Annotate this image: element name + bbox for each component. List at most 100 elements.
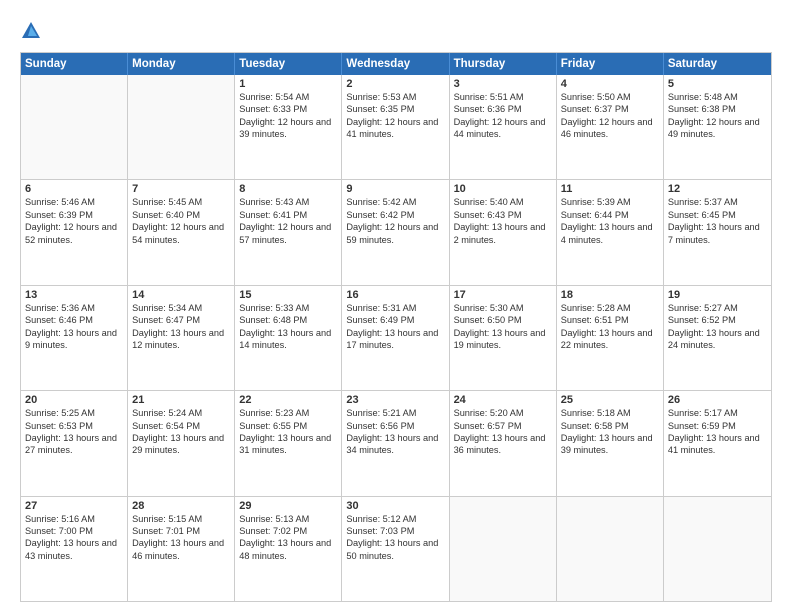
cal-cell-27: 27 Sunrise: 5:16 AM Sunset: 7:00 PM Dayli… bbox=[21, 497, 128, 601]
cell-details: Sunrise: 5:50 AM Sunset: 6:37 PM Dayligh… bbox=[561, 92, 653, 139]
cal-cell-2: 2Sunrise: 5:53 AM Sunset: 6:35 PM Daylig… bbox=[342, 75, 449, 179]
cal-cell-9: 9 Sunrise: 5:42 AM Sunset: 6:42 PM Daylig… bbox=[342, 180, 449, 284]
header-day-thursday: Thursday bbox=[450, 53, 557, 75]
cell-details: Sunrise: 5:31 AM Sunset: 6:49 PM Dayligh… bbox=[346, 303, 438, 350]
calendar-header: SundayMondayTuesdayWednesdayThursdayFrid… bbox=[21, 53, 771, 75]
cell-details: Sunrise: 5:24 AM Sunset: 6:54 PM Dayligh… bbox=[132, 408, 224, 455]
cell-details: Sunrise: 5:40 AM Sunset: 6:43 PM Dayligh… bbox=[454, 197, 546, 244]
cal-cell-30: 30 Sunrise: 5:12 AM Sunset: 7:03 PM Dayli… bbox=[342, 497, 449, 601]
cell-details: Sunrise: 5:42 AM Sunset: 6:42 PM Dayligh… bbox=[346, 197, 438, 244]
cell-details: Sunrise: 5:54 AM Sunset: 6:33 PM Dayligh… bbox=[239, 92, 331, 139]
day-number: 6 bbox=[25, 183, 123, 195]
cal-cell-12: 12Sunrise: 5:37 AM Sunset: 6:45 PM Dayli… bbox=[664, 180, 771, 284]
cell-details: Sunrise: 5:15 AM Sunset: 7:01 PM Dayligh… bbox=[132, 514, 224, 561]
cell-details: Sunrise: 5:21 AM Sunset: 6:56 PM Dayligh… bbox=[346, 408, 438, 455]
cal-cell-15: 15Sunrise: 5:33 AM Sunset: 6:48 PM Dayli… bbox=[235, 286, 342, 390]
cal-cell-10: 10 Sunrise: 5:40 AM Sunset: 6:43 PM Dayli… bbox=[450, 180, 557, 284]
logo bbox=[20, 18, 46, 42]
cell-details: Sunrise: 5:39 AM Sunset: 6:44 PM Dayligh… bbox=[561, 197, 653, 244]
day-number: 26 bbox=[668, 394, 767, 406]
calendar-body: 1 Sunrise: 5:54 AM Sunset: 6:33 PM Daylig… bbox=[21, 75, 771, 601]
cell-details: Sunrise: 5:12 AM Sunset: 7:03 PM Dayligh… bbox=[346, 514, 438, 561]
day-number: 18 bbox=[561, 289, 659, 301]
cal-cell-11: 11 Sunrise: 5:39 AM Sunset: 6:44 PM Dayli… bbox=[557, 180, 664, 284]
cal-cell-8: 8 Sunrise: 5:43 AM Sunset: 6:41 PM Daylig… bbox=[235, 180, 342, 284]
cal-cell-4: 4 Sunrise: 5:50 AM Sunset: 6:37 PM Daylig… bbox=[557, 75, 664, 179]
day-number: 4 bbox=[561, 78, 659, 90]
cal-cell-5: 5 Sunrise: 5:48 AM Sunset: 6:38 PM Daylig… bbox=[664, 75, 771, 179]
day-number: 14 bbox=[132, 289, 230, 301]
day-number: 5 bbox=[668, 78, 767, 90]
cal-cell-1: 1 Sunrise: 5:54 AM Sunset: 6:33 PM Daylig… bbox=[235, 75, 342, 179]
header bbox=[20, 18, 772, 42]
day-number: 28 bbox=[132, 500, 230, 512]
cell-details: Sunrise: 5:13 AM Sunset: 7:02 PM Dayligh… bbox=[239, 514, 331, 561]
day-number: 20 bbox=[25, 394, 123, 406]
cal-cell-18: 18 Sunrise: 5:28 AM Sunset: 6:51 PM Dayli… bbox=[557, 286, 664, 390]
header-day-tuesday: Tuesday bbox=[235, 53, 342, 75]
cal-cell-21: 21 Sunrise: 5:24 AM Sunset: 6:54 PM Dayli… bbox=[128, 391, 235, 495]
calendar-row-4: 27 Sunrise: 5:16 AM Sunset: 7:00 PM Dayli… bbox=[21, 496, 771, 601]
header-day-wednesday: Wednesday bbox=[342, 53, 449, 75]
day-number: 7 bbox=[132, 183, 230, 195]
cell-details: Sunrise: 5:23 AM Sunset: 6:55 PM Dayligh… bbox=[239, 408, 331, 455]
day-number: 15 bbox=[239, 289, 337, 301]
day-number: 24 bbox=[454, 394, 552, 406]
cal-cell-empty bbox=[664, 497, 771, 601]
page: SundayMondayTuesdayWednesdayThursdayFrid… bbox=[0, 0, 792, 612]
cal-cell-25: 25Sunrise: 5:18 AM Sunset: 6:58 PM Dayli… bbox=[557, 391, 664, 495]
cal-cell-24: 24 Sunrise: 5:20 AM Sunset: 6:57 PM Dayli… bbox=[450, 391, 557, 495]
cal-cell-22: 22 Sunrise: 5:23 AM Sunset: 6:55 PM Dayli… bbox=[235, 391, 342, 495]
cell-details: Sunrise: 5:37 AM Sunset: 6:45 PM Dayligh… bbox=[668, 197, 760, 244]
cell-details: Sunrise: 5:45 AM Sunset: 6:40 PM Dayligh… bbox=[132, 197, 224, 244]
day-number: 23 bbox=[346, 394, 444, 406]
cell-details: Sunrise: 5:43 AM Sunset: 6:41 PM Dayligh… bbox=[239, 197, 331, 244]
cell-details: Sunrise: 5:16 AM Sunset: 7:00 PM Dayligh… bbox=[25, 514, 117, 561]
header-day-saturday: Saturday bbox=[664, 53, 771, 75]
day-number: 27 bbox=[25, 500, 123, 512]
header-day-friday: Friday bbox=[557, 53, 664, 75]
cell-details: Sunrise: 5:25 AM Sunset: 6:53 PM Dayligh… bbox=[25, 408, 117, 455]
cal-cell-6: 6 Sunrise: 5:46 AM Sunset: 6:39 PM Daylig… bbox=[21, 180, 128, 284]
day-number: 16 bbox=[346, 289, 444, 301]
cal-cell-empty bbox=[128, 75, 235, 179]
cal-cell-empty bbox=[557, 497, 664, 601]
cal-cell-14: 14 Sunrise: 5:34 AM Sunset: 6:47 PM Dayli… bbox=[128, 286, 235, 390]
cell-details: Sunrise: 5:34 AM Sunset: 6:47 PM Dayligh… bbox=[132, 303, 224, 350]
cell-details: Sunrise: 5:30 AM Sunset: 6:50 PM Dayligh… bbox=[454, 303, 546, 350]
cal-cell-17: 17 Sunrise: 5:30 AM Sunset: 6:50 PM Dayli… bbox=[450, 286, 557, 390]
day-number: 29 bbox=[239, 500, 337, 512]
cell-details: Sunrise: 5:27 AM Sunset: 6:52 PM Dayligh… bbox=[668, 303, 760, 350]
day-number: 10 bbox=[454, 183, 552, 195]
day-number: 13 bbox=[25, 289, 123, 301]
cal-cell-19: 19Sunrise: 5:27 AM Sunset: 6:52 PM Dayli… bbox=[664, 286, 771, 390]
calendar: SundayMondayTuesdayWednesdayThursdayFrid… bbox=[20, 52, 772, 602]
day-number: 30 bbox=[346, 500, 444, 512]
logo-icon bbox=[20, 20, 42, 42]
cal-cell-13: 13Sunrise: 5:36 AM Sunset: 6:46 PM Dayli… bbox=[21, 286, 128, 390]
cell-details: Sunrise: 5:28 AM Sunset: 6:51 PM Dayligh… bbox=[561, 303, 653, 350]
calendar-row-0: 1 Sunrise: 5:54 AM Sunset: 6:33 PM Daylig… bbox=[21, 75, 771, 179]
cal-cell-7: 7 Sunrise: 5:45 AM Sunset: 6:40 PM Daylig… bbox=[128, 180, 235, 284]
day-number: 9 bbox=[346, 183, 444, 195]
cell-details: Sunrise: 5:48 AM Sunset: 6:38 PM Dayligh… bbox=[668, 92, 760, 139]
cal-cell-26: 26Sunrise: 5:17 AM Sunset: 6:59 PM Dayli… bbox=[664, 391, 771, 495]
header-day-monday: Monday bbox=[128, 53, 235, 75]
cal-cell-29: 29 Sunrise: 5:13 AM Sunset: 7:02 PM Dayli… bbox=[235, 497, 342, 601]
cell-details: Sunrise: 5:46 AM Sunset: 6:39 PM Dayligh… bbox=[25, 197, 117, 244]
day-number: 8 bbox=[239, 183, 337, 195]
cell-details: Sunrise: 5:20 AM Sunset: 6:57 PM Dayligh… bbox=[454, 408, 546, 455]
day-number: 1 bbox=[239, 78, 337, 90]
day-number: 17 bbox=[454, 289, 552, 301]
cal-cell-20: 20 Sunrise: 5:25 AM Sunset: 6:53 PM Dayli… bbox=[21, 391, 128, 495]
calendar-row-2: 13Sunrise: 5:36 AM Sunset: 6:46 PM Dayli… bbox=[21, 285, 771, 390]
day-number: 25 bbox=[561, 394, 659, 406]
day-number: 22 bbox=[239, 394, 337, 406]
header-day-sunday: Sunday bbox=[21, 53, 128, 75]
cal-cell-16: 16 Sunrise: 5:31 AM Sunset: 6:49 PM Dayli… bbox=[342, 286, 449, 390]
cell-details: Sunrise: 5:53 AM Sunset: 6:35 PM Dayligh… bbox=[346, 92, 438, 139]
cell-details: Sunrise: 5:51 AM Sunset: 6:36 PM Dayligh… bbox=[454, 92, 546, 139]
cal-cell-28: 28 Sunrise: 5:15 AM Sunset: 7:01 PM Dayli… bbox=[128, 497, 235, 601]
day-number: 11 bbox=[561, 183, 659, 195]
day-number: 21 bbox=[132, 394, 230, 406]
